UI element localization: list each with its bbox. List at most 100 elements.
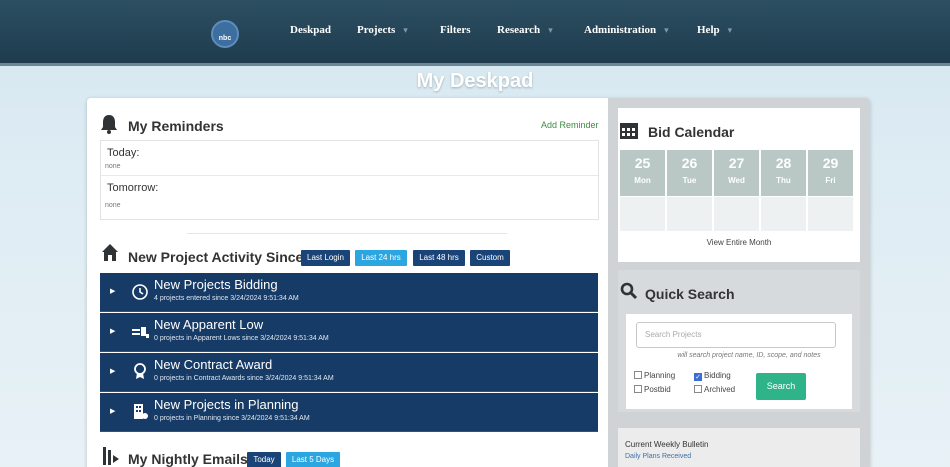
chevron-down-icon: ▾ — [664, 26, 669, 36]
checkbox-label: Archived — [704, 385, 736, 394]
reminder-label: Today: — [107, 147, 140, 159]
reminder-label: Tomorrow: — [107, 182, 159, 194]
activity-row-title: New Apparent Low — [154, 317, 264, 332]
calendar-day[interactable]: 28 Thu — [761, 150, 806, 196]
calendar-day-number: 25 — [634, 155, 651, 171]
search-input[interactable]: Search Projects — [636, 322, 836, 348]
calendar-day-name: Wed — [728, 176, 745, 185]
deskpad-card: My Reminders Add Reminder Today: none To… — [87, 98, 870, 467]
search-icon — [620, 282, 638, 300]
expand-arrow-icon: ▶ — [110, 288, 116, 295]
activity-row-subtitle: 0 projects in Apparent Lows since 3/24/2… — [154, 335, 329, 342]
reminder-row-today: Today: none — [101, 141, 598, 176]
nav-label: Filters — [440, 24, 471, 36]
reminder-value: none — [105, 163, 121, 170]
checkbox-box[interactable] — [694, 385, 702, 393]
calendar-day-number: 29 — [822, 155, 839, 171]
calendar-cell[interactable] — [761, 197, 806, 231]
activity-row-subtitle: 0 projects in Contract Awards since 3/24… — [154, 375, 334, 382]
calendar-day[interactable]: 29 Fri — [808, 150, 853, 196]
calendar-cell[interactable] — [714, 197, 759, 231]
nav-label: Research — [497, 24, 541, 36]
nav-item-help[interactable]: Help ▾ — [697, 24, 732, 36]
nav-item-research[interactable]: Research ▾ — [497, 24, 553, 36]
left-column: My Reminders Add Reminder Today: none To… — [87, 98, 608, 467]
page-title: My Deskpad — [416, 70, 534, 92]
checkbox-label: Planning — [644, 371, 676, 380]
activity-row-projects-bidding[interactable]: ▶ New Projects Bidding 4 projects entere… — [100, 273, 598, 312]
checkbox-archived[interactable]: Archived — [694, 385, 735, 394]
nav-label: Help — [697, 24, 720, 36]
quick-search-panel: Quick Search Search Projects will search… — [618, 270, 860, 412]
expand-arrow-icon: ▶ — [110, 368, 116, 375]
activity-row-contract-award[interactable]: ▶ New Contract Award 0 projects in Contr… — [100, 353, 598, 392]
activity-row-subtitle: 4 projects entered since 3/24/2024 9:51:… — [154, 295, 299, 302]
top-nav-bar: nbc Deskpad Projects ▾ Filters Research ▾ … — [0, 0, 950, 66]
calendar-day[interactable]: 26 Tue — [667, 150, 712, 196]
calendar-cell[interactable] — [620, 197, 665, 231]
chevron-down-icon: ▾ — [548, 26, 553, 36]
checkbox-label: Postbid — [644, 385, 671, 394]
calendar-day[interactable]: 25 Mon — [620, 150, 665, 196]
filter-last-login-button[interactable]: Last Login — [301, 250, 350, 266]
divider — [187, 233, 507, 234]
filter-last-48-hrs-button[interactable]: Last 48 hrs — [413, 250, 465, 266]
clock-icon — [132, 284, 148, 300]
activity-row-subtitle: 0 projects in Planning since 3/24/2024 9… — [154, 415, 310, 422]
filter-custom-button[interactable]: Custom — [470, 250, 510, 266]
emails-last-5-days-button[interactable]: Last 5 Days — [286, 452, 340, 467]
calendar-icon — [620, 123, 638, 139]
reminders-title: My Reminders — [128, 118, 224, 134]
activity-row-title: New Projects in Planning — [154, 397, 299, 412]
calendar-cell[interactable] — [808, 197, 853, 231]
checkbox-box[interactable] — [634, 385, 642, 393]
calendar-cell[interactable] — [667, 197, 712, 231]
checkbox-planning[interactable]: Planning — [634, 371, 675, 380]
calendar-day[interactable]: 27 Wed — [714, 150, 759, 196]
bell-icon — [101, 115, 117, 134]
chevron-down-icon: ▾ — [403, 26, 408, 36]
emails-title: My Nightly Emails — [128, 451, 248, 467]
logo-icon[interactable]: nbc — [211, 20, 239, 48]
weekly-bulletin-panel: Current Weekly Bulletin Daily Plans Rece… — [618, 428, 860, 467]
search-hint: will search project name, ID, scope, and… — [677, 352, 821, 359]
activity-title: New Project Activity Since — [128, 249, 304, 265]
award-icon — [134, 363, 146, 379]
nav-item-administration[interactable]: Administration ▾ — [584, 24, 669, 36]
calendar-day-number: 27 — [728, 155, 745, 171]
activity-row-apparent-low[interactable]: ▶ New Apparent Low 0 projects in Apparen… — [100, 313, 598, 352]
calendar-day-name: Tue — [682, 176, 697, 185]
nav-label: Projects — [357, 24, 396, 36]
house-icon — [102, 244, 118, 261]
gavel-icon — [132, 327, 149, 338]
nav-item-filters[interactable]: Filters — [440, 24, 471, 36]
calendar-day-name: Fri — [825, 176, 836, 185]
reminder-value: none — [105, 202, 121, 209]
checkbox-bidding[interactable]: ✓ Bidding — [694, 371, 731, 381]
calendar-day-name: Thu — [776, 176, 791, 185]
nav-item-deskpad[interactable]: Deskpad — [290, 24, 331, 36]
checkbox-label: Bidding — [704, 371, 731, 380]
reminder-row-tomorrow: Tomorrow: none — [101, 176, 598, 211]
emails-today-button[interactable]: Today — [247, 452, 281, 467]
checkbox-postbid[interactable]: Postbid — [634, 385, 671, 394]
bulletin-link[interactable]: Daily Plans Received — [625, 453, 691, 460]
activity-row-title: New Projects Bidding — [154, 277, 278, 292]
quick-search-title: Quick Search — [645, 286, 735, 302]
nav-item-projects[interactable]: Projects ▾ — [357, 24, 408, 36]
activity-row-projects-planning[interactable]: ▶ New Projects in Planning 0 projects in… — [100, 393, 598, 432]
checkbox-box[interactable]: ✓ — [694, 373, 702, 381]
calendar-day-name: Mon — [634, 176, 651, 185]
expand-arrow-icon: ▶ — [110, 328, 116, 335]
checkbox-box[interactable] — [634, 371, 642, 379]
bid-calendar-title: Bid Calendar — [648, 124, 735, 140]
search-button[interactable]: Search — [756, 373, 806, 400]
mail-stack-icon — [103, 447, 119, 465]
nav-label: Administration — [584, 24, 657, 36]
expand-arrow-icon: ▶ — [110, 408, 116, 415]
quick-search-form: Search Projects will search project name… — [626, 314, 852, 409]
add-reminder-link[interactable]: Add Reminder — [541, 120, 599, 130]
view-entire-month-link[interactable]: View Entire Month — [618, 238, 860, 247]
filter-last-24-hrs-button[interactable]: Last 24 hrs — [355, 250, 407, 266]
calendar-day-number: 28 — [775, 155, 792, 171]
